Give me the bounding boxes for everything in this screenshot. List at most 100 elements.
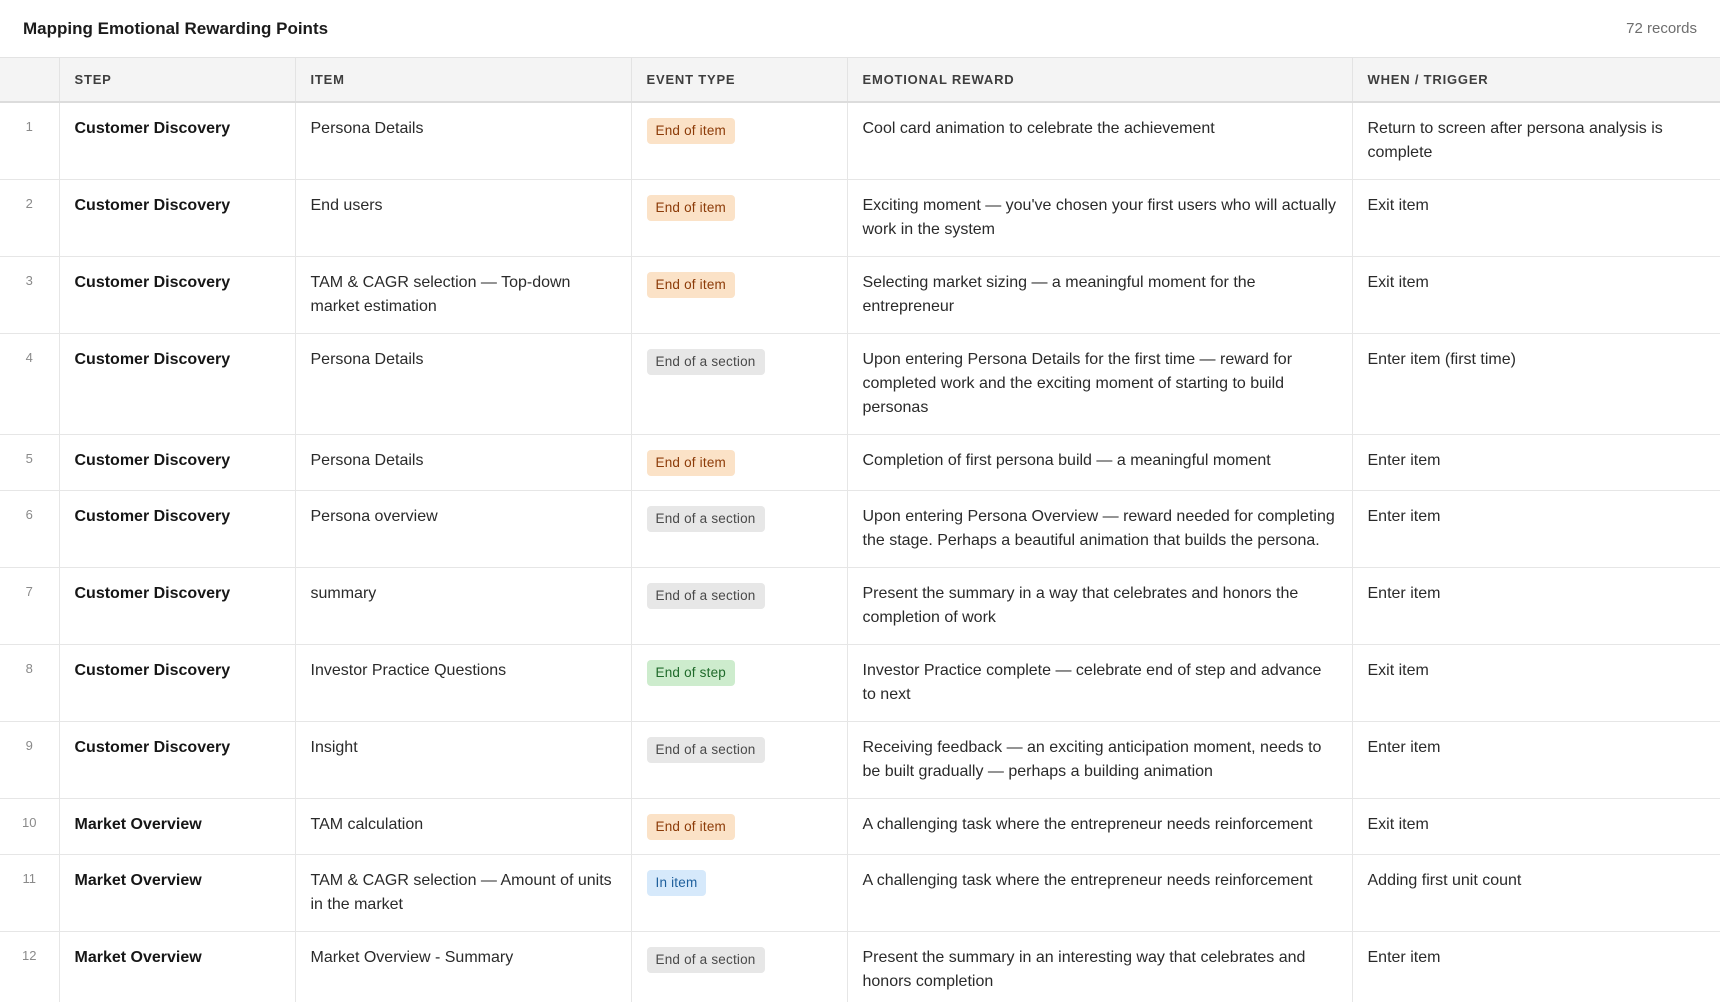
cell-item[interactable]: Insight [295, 721, 632, 799]
cell-item[interactable]: Persona overview [295, 490, 632, 568]
cell-emotional-reward[interactable]: A challenging task where the entrepreneu… [847, 798, 1353, 855]
cell-step[interactable]: Customer Discovery [59, 179, 296, 257]
cell-item[interactable]: Persona Details [295, 333, 632, 435]
cell-item[interactable]: TAM calculation [295, 798, 632, 855]
event-type-badge: In item [646, 870, 707, 896]
cell-step[interactable]: Market Overview [59, 854, 296, 932]
column-header-when-trigger[interactable]: WHEN / TRIGGER [1352, 58, 1720, 103]
row-number: 10 [0, 798, 60, 855]
cell-step[interactable]: Customer Discovery [59, 721, 296, 799]
table-row[interactable]: 9 Customer Discovery Insight End of a secti… [0, 721, 1720, 799]
table-row[interactable]: 6 Customer Discovery Persona overview End o… [0, 490, 1720, 568]
column-header-number [0, 58, 60, 103]
table-row[interactable]: 10 Market Overview TAM calculation End of i… [0, 798, 1720, 855]
cell-event-type[interactable]: End of a section [631, 721, 848, 799]
column-header-event-type[interactable]: EVENT TYPE [631, 58, 848, 103]
cell-item[interactable]: Market Overview - Summary [295, 931, 632, 1002]
cell-step[interactable]: Market Overview [59, 798, 296, 855]
cell-step[interactable]: Customer Discovery [59, 644, 296, 722]
cell-step[interactable]: Customer Discovery [59, 102, 296, 180]
cell-when-trigger[interactable]: Exit item [1352, 179, 1720, 257]
cell-event-type[interactable]: End of a section [631, 931, 848, 1002]
row-number: 12 [0, 931, 60, 1002]
row-number: 7 [0, 567, 60, 645]
cell-emotional-reward[interactable]: Upon entering Persona Details for the fi… [847, 333, 1353, 435]
row-number: 8 [0, 644, 60, 722]
event-type-badge: End of a section [646, 947, 765, 973]
cell-item[interactable]: TAM & CAGR selection — Amount of units i… [295, 854, 632, 932]
cell-step[interactable]: Market Overview [59, 931, 296, 1002]
cell-event-type[interactable]: End of a section [631, 490, 848, 568]
cell-event-type[interactable]: End of item [631, 798, 848, 855]
table-row[interactable]: 4 Customer Discovery Persona Details End of… [0, 333, 1720, 435]
cell-emotional-reward[interactable]: Investor Practice complete — celebrate e… [847, 644, 1353, 722]
column-header-step[interactable]: STEP [59, 58, 296, 103]
cell-emotional-reward[interactable]: Cool card animation to celebrate the ach… [847, 102, 1353, 180]
cell-when-trigger[interactable]: Exit item [1352, 644, 1720, 722]
table-row[interactable]: 1 Customer Discovery Persona Details End of… [0, 102, 1720, 180]
cell-item[interactable]: summary [295, 567, 632, 645]
cell-event-type[interactable]: End of step [631, 644, 848, 722]
cell-when-trigger[interactable]: Enter item [1352, 567, 1720, 645]
table-row[interactable]: 2 Customer Discovery End users End of item E… [0, 179, 1720, 257]
event-type-badge: End of a section [646, 506, 765, 532]
cell-event-type[interactable]: End of item [631, 256, 848, 334]
event-type-badge: End of a section [646, 349, 765, 375]
cell-when-trigger[interactable]: Enter item (first time) [1352, 333, 1720, 435]
event-type-badge: End of item [646, 450, 735, 476]
cell-emotional-reward[interactable]: Receiving feedback — an exciting anticip… [847, 721, 1353, 799]
cell-step[interactable]: Customer Discovery [59, 256, 296, 334]
cell-step[interactable]: Customer Discovery [59, 333, 296, 435]
row-number: 6 [0, 490, 60, 568]
event-type-badge: End of item [646, 272, 735, 298]
table-row[interactable]: 3 Customer Discovery TAM & CAGR selection … [0, 256, 1720, 334]
cell-when-trigger[interactable]: Enter item [1352, 931, 1720, 1002]
cell-item[interactable]: Investor Practice Questions [295, 644, 632, 722]
table-titlebar: Mapping Emotional Rewarding Points 72 re… [0, 0, 1720, 58]
cell-emotional-reward[interactable]: A challenging task where the entrepreneu… [847, 854, 1353, 932]
column-header-emotional-reward[interactable]: EMOTIONAL REWARD [847, 58, 1353, 103]
table-row[interactable]: 5 Customer Discovery Persona Details End of… [0, 434, 1720, 491]
cell-emotional-reward[interactable]: Upon entering Persona Overview — reward … [847, 490, 1353, 568]
cell-emotional-reward[interactable]: Completion of first persona build — a me… [847, 434, 1353, 491]
row-number: 1 [0, 102, 60, 180]
header-row: STEP ITEM EVENT TYPE EMOTIONAL REWARD WH… [0, 58, 1720, 103]
cell-step[interactable]: Customer Discovery [59, 490, 296, 568]
cell-when-trigger[interactable]: Exit item [1352, 798, 1720, 855]
row-number: 11 [0, 854, 60, 932]
table-row[interactable]: 8 Customer Discovery Investor Practice Que… [0, 644, 1720, 722]
cell-when-trigger[interactable]: Enter item [1352, 434, 1720, 491]
record-count: 72 records [1626, 20, 1697, 37]
cell-event-type[interactable]: In item [631, 854, 848, 932]
cell-item[interactable]: End users [295, 179, 632, 257]
table-row[interactable]: 7 Customer Discovery summary End of a secti… [0, 567, 1720, 645]
cell-emotional-reward[interactable]: Present the summary in an interesting wa… [847, 931, 1353, 1002]
cell-event-type[interactable]: End of item [631, 102, 848, 180]
column-header-item[interactable]: ITEM [295, 58, 632, 103]
cell-step[interactable]: Customer Discovery [59, 434, 296, 491]
cell-when-trigger[interactable]: Adding first unit count [1352, 854, 1720, 932]
event-type-badge: End of item [646, 814, 735, 840]
cell-event-type[interactable]: End of item [631, 179, 848, 257]
cell-item[interactable]: Persona Details [295, 102, 632, 180]
table-row[interactable]: 12 Market Overview Market Overview - Summa… [0, 931, 1720, 1002]
cell-emotional-reward[interactable]: Selecting market sizing — a meaningful m… [847, 256, 1353, 334]
row-number: 3 [0, 256, 60, 334]
cell-step[interactable]: Customer Discovery [59, 567, 296, 645]
cell-emotional-reward[interactable]: Present the summary in a way that celebr… [847, 567, 1353, 645]
cell-event-type[interactable]: End of a section [631, 333, 848, 435]
cell-emotional-reward[interactable]: Exciting moment — you've chosen your fir… [847, 179, 1353, 257]
cell-when-trigger[interactable]: Return to screen after persona analysis … [1352, 102, 1720, 180]
cell-event-type[interactable]: End of item [631, 434, 848, 491]
cell-item[interactable]: TAM & CAGR selection — Top-down market e… [295, 256, 632, 334]
table-row[interactable]: 11 Market Overview TAM & CAGR selection — … [0, 854, 1720, 932]
cell-when-trigger[interactable]: Exit item [1352, 256, 1720, 334]
cell-when-trigger[interactable]: Enter item [1352, 721, 1720, 799]
event-type-badge: End of item [646, 118, 735, 144]
cell-event-type[interactable]: End of a section [631, 567, 848, 645]
event-type-badge: End of item [646, 195, 735, 221]
records-table: STEP ITEM EVENT TYPE EMOTIONAL REWARD WH… [0, 58, 1720, 1002]
cell-item[interactable]: Persona Details [295, 434, 632, 491]
page-title: Mapping Emotional Rewarding Points [23, 18, 329, 38]
cell-when-trigger[interactable]: Enter item [1352, 490, 1720, 568]
